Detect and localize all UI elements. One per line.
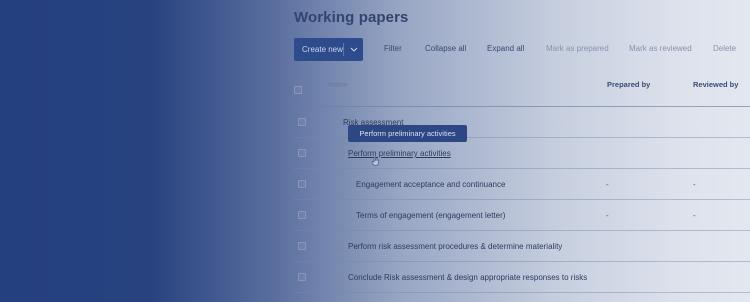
- row-checkbox[interactable]: [298, 149, 306, 157]
- folder-icon: [334, 243, 344, 250]
- row-name-engagement-acceptance[interactable]: Engagement acceptance and continuance: [356, 180, 505, 189]
- row-name-risk-assessment-procedures[interactable]: Perform risk assessment procedures & det…: [348, 242, 562, 251]
- header-divider: [294, 106, 750, 107]
- delete-button[interactable]: Delete: [713, 44, 736, 53]
- row-checkbox[interactable]: [298, 273, 306, 281]
- column-header-prepared-by[interactable]: Prepared by: [607, 80, 650, 89]
- mark-as-prepared-button[interactable]: Mark as prepared: [546, 44, 609, 53]
- row-tooltip: Perform preliminary activities: [348, 125, 467, 142]
- mark-as-reviewed-button[interactable]: Mark as reviewed: [629, 44, 692, 53]
- folder-icon: [334, 150, 344, 157]
- collapse-all-button[interactable]: Collapse all: [425, 44, 466, 53]
- row-divider: [294, 261, 750, 262]
- button-divider: [343, 43, 344, 56]
- reviewed-by-value: -: [693, 180, 696, 189]
- chevron-down-icon[interactable]: [349, 38, 359, 61]
- row-checkbox[interactable]: [298, 118, 306, 126]
- row-name-perform-preliminary-activities[interactable]: Perform preliminary activities: [348, 149, 451, 158]
- row-name-terms-of-engagement[interactable]: Terms of engagement (engagement letter): [356, 211, 505, 220]
- column-header-name[interactable]: Name: [328, 80, 348, 89]
- expand-all-button[interactable]: Expand all: [487, 44, 524, 53]
- select-all-checkbox[interactable]: [294, 86, 302, 94]
- page-title: Working papers: [294, 9, 409, 26]
- row-checkbox[interactable]: [298, 242, 306, 250]
- hand-pointer-icon: [371, 156, 379, 166]
- prepared-by-value: -: [606, 180, 609, 189]
- row-checkbox[interactable]: [298, 180, 306, 188]
- row-checkbox[interactable]: [298, 211, 306, 219]
- create-new-label: Create new: [302, 45, 343, 54]
- row-name-conclude-risk-assessment[interactable]: Conclude Risk assessment & design approp…: [348, 273, 587, 282]
- prepared-by-value: -: [606, 211, 609, 220]
- reviewed-by-value: -: [693, 211, 696, 220]
- folder-icon: [334, 274, 344, 281]
- row-divider: [294, 292, 750, 293]
- create-new-button[interactable]: Create new: [294, 38, 363, 61]
- working-papers-page: Working papers Create new Filter Collaps…: [0, 0, 750, 302]
- folder-icon: [330, 118, 340, 125]
- row-divider: [294, 199, 750, 200]
- row-divider: [294, 230, 750, 231]
- column-header-reviewed-by[interactable]: Reviewed by: [693, 80, 738, 89]
- filter-button[interactable]: Filter: [384, 44, 402, 53]
- row-divider: [294, 168, 750, 169]
